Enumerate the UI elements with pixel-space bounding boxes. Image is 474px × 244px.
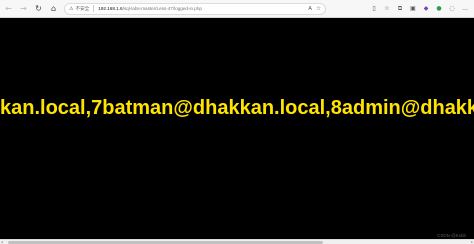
- address-bar[interactable]: ⚠ 不安全 192.168.1.6 /sql-labs-master/Less-…: [64, 2, 326, 15]
- security-status-label[interactable]: 不安全: [75, 6, 89, 12]
- refresh-icon[interactable]: ↻: [32, 2, 45, 15]
- scroll-left-icon[interactable]: ◂: [1, 240, 3, 244]
- address-divider: [93, 5, 95, 12]
- page-content: kan.local,7batman@dhakkan.local,8admin@d…: [0, 18, 474, 244]
- injected-output-text: kan.local,7batman@dhakkan.local,8admin@d…: [0, 97, 474, 119]
- back-icon[interactable]: ←: [2, 2, 15, 15]
- menu-icon[interactable]: …: [460, 4, 470, 14]
- horizontal-scrollbar[interactable]: ◂ ▸: [0, 239, 474, 244]
- browser-extensions: ▯ ☆ ⧉ ▣ ◆ ● ◌ …: [369, 3, 470, 15]
- watermark: CSDN @Ksbb: [437, 233, 466, 238]
- star-icon[interactable]: ☆: [316, 6, 321, 12]
- extension-green-icon[interactable]: ●: [434, 4, 444, 14]
- url-path: /sql-labs-master/Less-47/logged-in.php: [122, 6, 202, 11]
- warning-icon: ⚠: [69, 5, 74, 12]
- address-bar-actions: A ☆: [308, 6, 321, 12]
- scroll-right-icon[interactable]: ▸: [471, 240, 473, 244]
- home-icon[interactable]: ⌂: [47, 2, 60, 15]
- reader-mode-icon[interactable]: A: [308, 6, 312, 12]
- profile-icon[interactable]: ◌: [447, 4, 457, 14]
- split-screen-icon[interactable]: ▯: [369, 4, 379, 14]
- extension-icon[interactable]: ▣: [408, 4, 418, 14]
- extension-purple-icon[interactable]: ◆: [421, 4, 431, 14]
- collections-icon[interactable]: ⧉: [395, 4, 405, 14]
- forward-icon[interactable]: →: [17, 2, 30, 15]
- url-host: 192.168.1.6: [98, 6, 123, 11]
- browser-toolbar: ← → ↻ ⌂ ⚠ 不安全 192.168.1.6 /sql-labs-mast…: [0, 0, 474, 18]
- favorites-icon[interactable]: ☆: [382, 4, 392, 14]
